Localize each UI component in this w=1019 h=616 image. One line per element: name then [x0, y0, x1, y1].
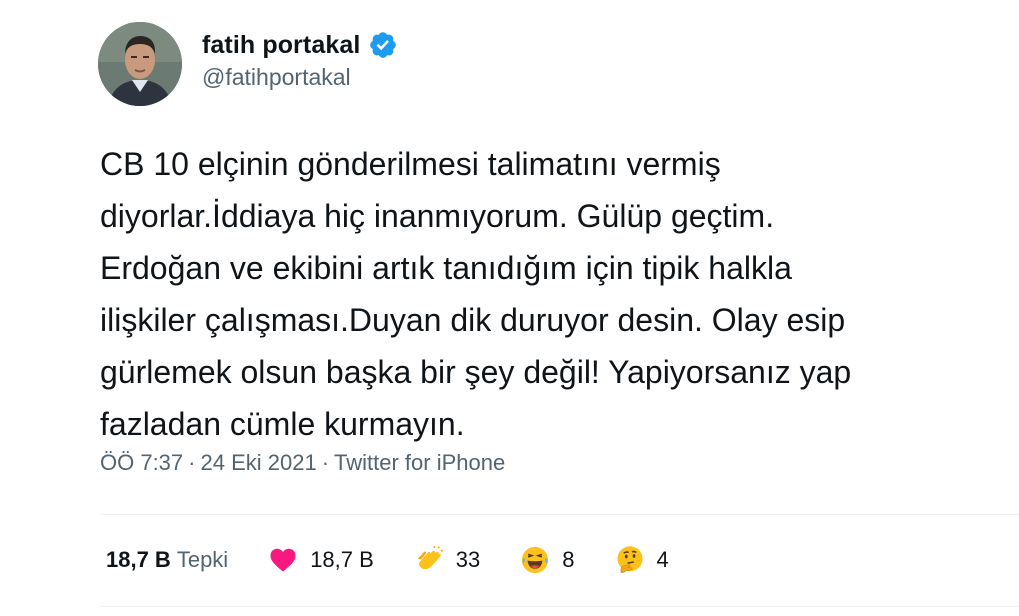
meta-separator: ·	[321, 450, 330, 475]
laughing-face-icon	[522, 546, 549, 574]
tweet-source[interactable]: Twitter for iPhone	[334, 450, 505, 475]
reaction-count: 33	[455, 547, 481, 572]
reaction-laugh[interactable]: 8	[520, 545, 575, 575]
reaction-count: 4	[656, 547, 669, 572]
reaction-heart[interactable]: 18,7 B	[268, 545, 374, 575]
heart-icon	[270, 548, 296, 572]
tweet-text-line: CB 10 elçinin gönderilmesi talimatını ve…	[100, 146, 721, 182]
verified-badge-icon	[370, 32, 397, 58]
reaction-clap[interactable]: 33	[414, 545, 480, 575]
reaction-count: 8	[562, 547, 575, 572]
author-display-name[interactable]: fatih portakal	[202, 31, 360, 60]
thinking-face-icon	[617, 546, 643, 573]
tweet-date[interactable]: 24 Eki 2021	[200, 450, 316, 475]
clap-icon	[417, 545, 443, 570]
reaction-count: 18,7 B	[310, 547, 374, 572]
reaction-thinking[interactable]: 4	[615, 545, 669, 575]
tweet-text-line: diyorlar.İddiaya hiç inanmıyorum. Gülüp …	[100, 198, 775, 234]
tweet-time[interactable]: ÖÖ 7:37	[100, 450, 183, 475]
author-name-row: fatih portakal	[202, 28, 398, 62]
avatar-photo	[98, 22, 182, 106]
tweet-text-line: gürlemek olsun başka bir şey değil! Yapi…	[100, 354, 852, 390]
author-handle[interactable]: @fatihportakal	[202, 64, 351, 91]
tweet-meta: ÖÖ 7:37 · 24 Eki 2021 · Twitter for iPhone	[100, 450, 505, 476]
tweet-text-line: ilişkiler çalışması.Duyan dik duruyor de…	[100, 302, 846, 338]
divider	[100, 514, 1019, 515]
divider	[100, 606, 1019, 607]
reactions-total-count[interactable]: 18,7 B	[106, 547, 171, 573]
meta-separator: ·	[188, 450, 196, 475]
tweet-text-line: fazladan cümle kurmayın.	[100, 406, 465, 442]
tweet-text-line: Erdoğan ve ekibini artık tanıdığım için …	[100, 250, 792, 286]
reactions-row: 18,7 B Tepki 18,7 B 33 8 4	[106, 540, 669, 580]
reactions-total-label[interactable]: Tepki	[177, 547, 228, 573]
tweet-text: CB 10 elçinin gönderilmesi talimatını ve…	[100, 138, 1019, 450]
avatar[interactable]	[98, 22, 182, 106]
tweet-card: fatih portakal @fatihportakal CB 10 elçi…	[0, 0, 1019, 616]
